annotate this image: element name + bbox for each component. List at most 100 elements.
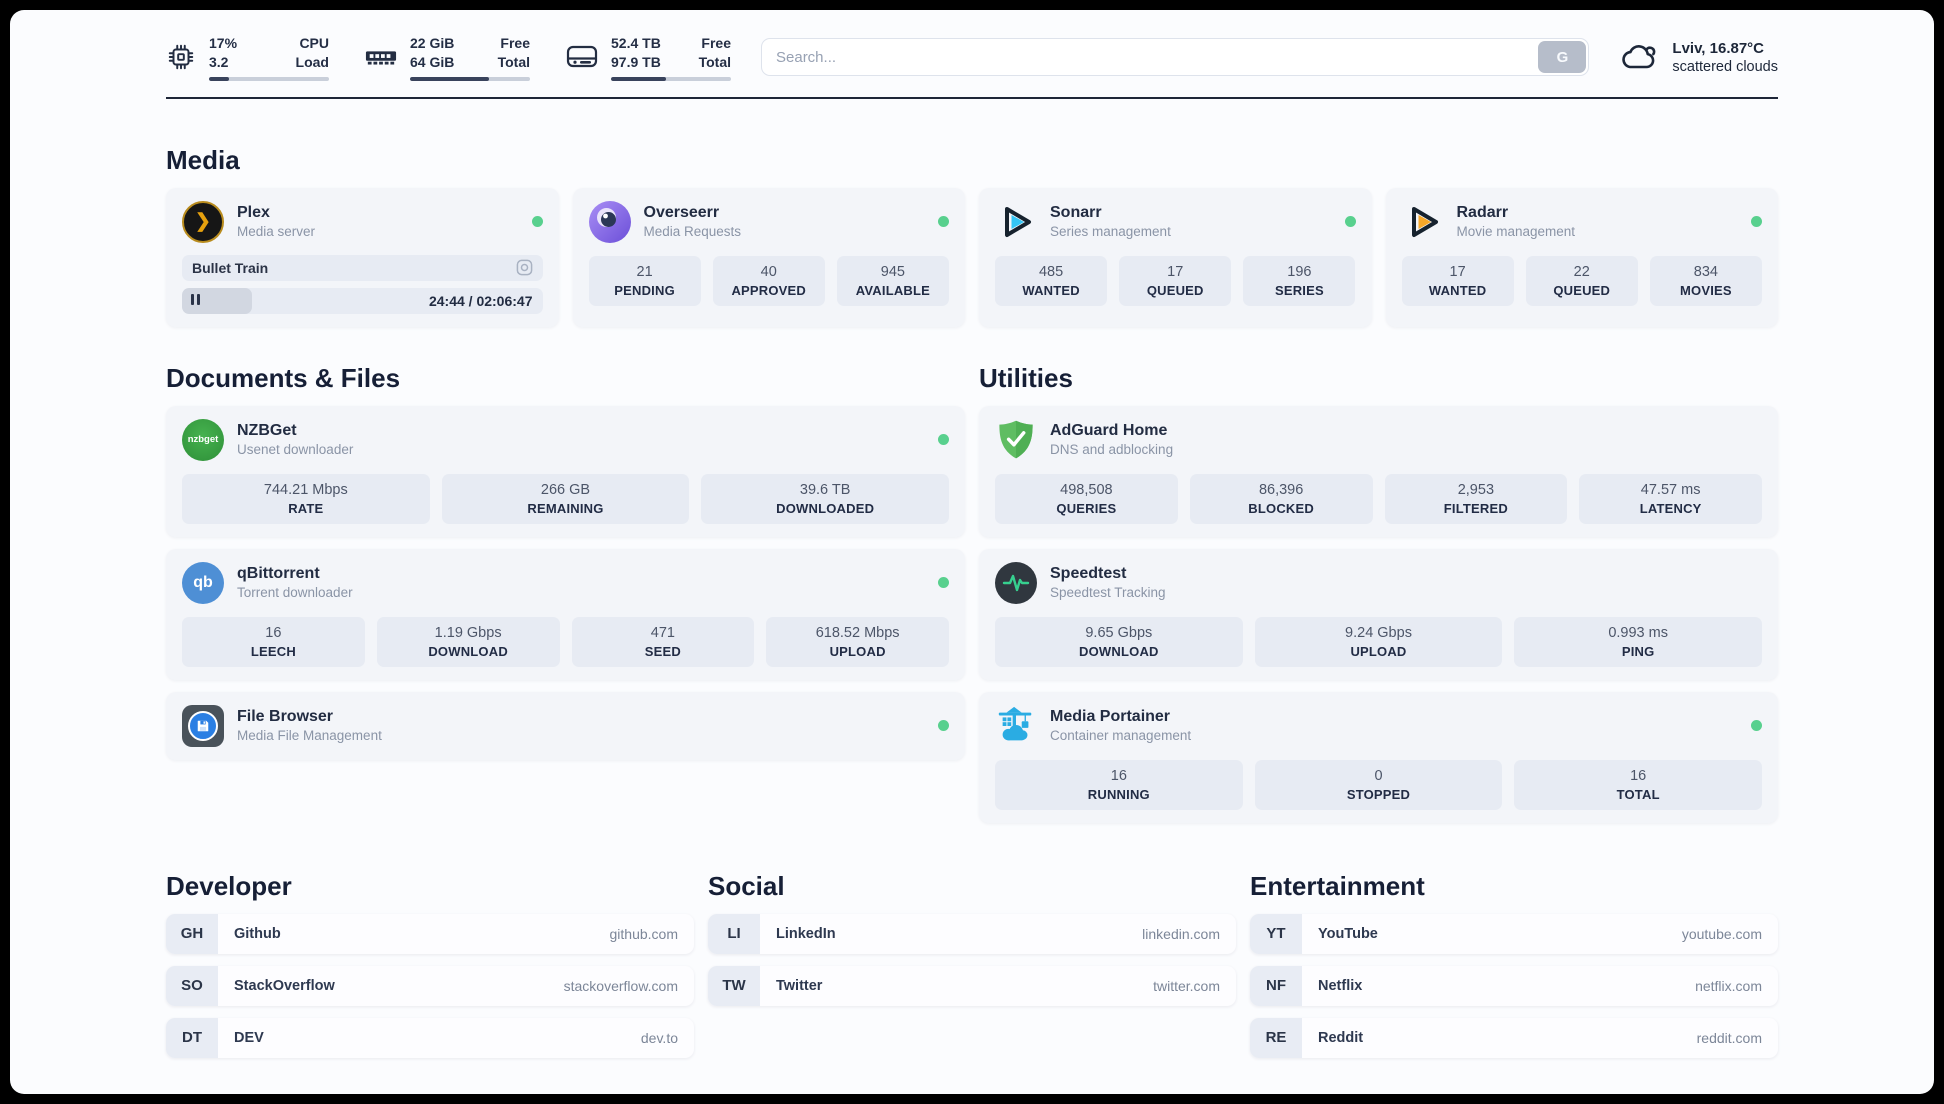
memory-progress-bar [410,76,530,81]
app-subtitle: Movie management [1456,224,1576,240]
app-card-portainer[interactable]: Media Portainer Container management 16 R… [979,691,1778,823]
stat-value: 39.6 TB [799,481,851,498]
memory-free-label: Free [500,35,530,51]
stat-label: PENDING [614,282,675,298]
link-reddit[interactable]: RE Reddit reddit.com [1250,1017,1778,1058]
system-stats-group: 17% CPU 3.2 Load 22 GiB Free 64 GiB Total [166,34,731,81]
stat-value: 945 [880,263,905,280]
section-title-utilities: Utilities [979,362,1073,393]
link-abbr-badge: RE [1250,1017,1302,1058]
disk-total-label: Total [698,53,731,70]
link-linkedin[interactable]: LI LinkedIn linkedin.com [708,913,1236,954]
link-dev-to[interactable]: DT DEV dev.to [166,1017,694,1058]
status-online-dot [938,216,949,228]
stat-value: 86,396 [1258,481,1304,498]
section-title-documents: Documents & Files [166,362,401,393]
app-card-radarr[interactable]: Radarr Movie management 17 WANTED 22 QUEUE… [1385,187,1778,327]
app-card-speedtest[interactable]: Speedtest Speedtest Tracking 9.65 Gbps DO… [979,548,1778,680]
app-subtitle: Usenet downloader [237,442,354,458]
app-subtitle: Media Requests [643,224,742,240]
stat-box: 0.993 ms PING [1514,616,1762,667]
stat-value: 834 [1693,263,1718,280]
stat-value: 17 [1449,263,1466,280]
playback-progress-bar[interactable]: 24:44 / 02:06:47 [182,287,543,314]
stat-label: PING [1621,643,1655,659]
app-title: Speedtest [1050,565,1127,583]
link-name: LinkedIn [776,925,836,942]
stat-value: 618.52 Mbps [815,624,900,641]
stat-box: 9.65 Gbps DOWNLOAD [995,616,1243,667]
section-title-social: Social [708,870,785,901]
dashboard-page: 17% CPU 3.2 Load 22 GiB Free 64 GiB Total [10,10,1934,1094]
section-title-media: Media [166,144,240,175]
stat-value: 16 [1110,767,1127,784]
app-title: qBittorrent [237,565,320,583]
stat-label: RUNNING [1087,786,1150,802]
link-url: reddit.com [1696,1029,1762,1046]
app-title: Sonarr [1050,204,1102,222]
app-title: Media Portainer [1050,708,1171,726]
app-title: File Browser [237,708,334,726]
app-card-nzbget[interactable]: nzbget NZBGet Usenet downloader 744.21 M… [166,405,965,537]
search-input[interactable] [761,38,1590,77]
cpu-usage-label: CPU [299,35,329,51]
memory-total-label: Total [497,53,530,70]
app-subtitle: DNS and adblocking [1050,442,1174,458]
stat-box: 47.57 ms LATENCY [1579,473,1762,524]
link-stackoverflow[interactable]: SO StackOverflow stackoverflow.com [166,965,694,1006]
overseerr-icon [588,200,631,243]
stat-label: WANTED [1428,282,1487,298]
media-grid: ❯ Plex Media server Bullet Train 24:44 /… [166,187,1778,327]
stat-box: 16 LEECH [182,616,365,667]
app-card-overseerr[interactable]: Overseerr Media Requests 21 PENDING 40 APP… [572,187,965,327]
stat-box: 16 RUNNING [995,759,1243,810]
radarr-icon [1402,201,1444,243]
link-abbr-badge: YT [1250,913,1302,954]
memory-stat-widget: 22 GiB Free 64 GiB Total [365,34,530,81]
stat-label: APPROVED [731,282,807,298]
cast-screen-icon[interactable] [516,259,533,276]
weather-widget: Lviv, 16.87°C scattered clouds [1619,40,1778,75]
stat-value: 1.19 Gbps [434,624,502,641]
link-twitter[interactable]: TW Twitter twitter.com [708,965,1236,1006]
speedtest-icon [995,561,1037,604]
link-name: Netflix [1318,977,1363,994]
link-github[interactable]: GH Github github.com [166,913,694,954]
stat-box: 834 MOVIES [1649,255,1762,306]
stat-value: 40 [760,263,777,280]
stat-box: 86,396 BLOCKED [1189,473,1373,524]
stat-label: DOWNLOAD [1079,643,1159,659]
link-url: twitter.com [1153,977,1220,994]
stat-box: 21 PENDING [588,255,701,306]
search-bar: G [761,38,1590,77]
stat-box: 0 STOPPED [1254,759,1503,810]
pause-icon[interactable] [191,292,203,310]
app-card-qbittorrent[interactable]: qb qBittorrent Torrent downloader 16 LEEC… [166,548,965,680]
nzbget-icon: nzbget [182,418,224,461]
adguard-icon [995,419,1037,461]
stat-label: TOTAL [1616,786,1660,802]
stat-label: UPLOAD [1350,643,1407,659]
cpu-icon [166,42,196,72]
app-card-plex[interactable]: ❯ Plex Media server Bullet Train 24:44 /… [166,187,559,327]
app-subtitle: Speedtest Tracking [1050,585,1166,601]
link-netflix[interactable]: NF Netflix netflix.com [1250,965,1778,1006]
stat-box: 945 AVAILABLE [836,255,949,306]
link-url: youtube.com [1681,925,1762,942]
stat-label: LEECH [250,643,296,659]
stat-box: 485 WANTED [995,255,1108,306]
link-abbr-badge: LI [708,913,760,954]
stat-value: 16 [1630,767,1647,784]
app-card-adguard[interactable]: AdGuard Home DNS and adblocking 498,508 Q… [979,405,1778,537]
app-card-filebrowser[interactable]: File Browser Media File Management [166,691,965,760]
utilities-column: Utilities AdGuard Home DNS and adblockin… [979,363,1778,823]
app-card-sonarr[interactable]: Sonarr Series management 485 WANTED 17 QUE… [979,187,1372,327]
link-url: netflix.com [1695,977,1762,994]
playback-time: 24:44 / 02:06:47 [428,292,533,309]
stat-box: 744.21 Mbps RATE [182,473,430,524]
disk-progress-bar [611,76,731,81]
search-engine-button[interactable]: G [1538,41,1587,74]
disk-icon [566,44,598,70]
disk-free-label: Free [701,35,731,51]
link-youtube[interactable]: YT YouTube youtube.com [1250,913,1778,954]
